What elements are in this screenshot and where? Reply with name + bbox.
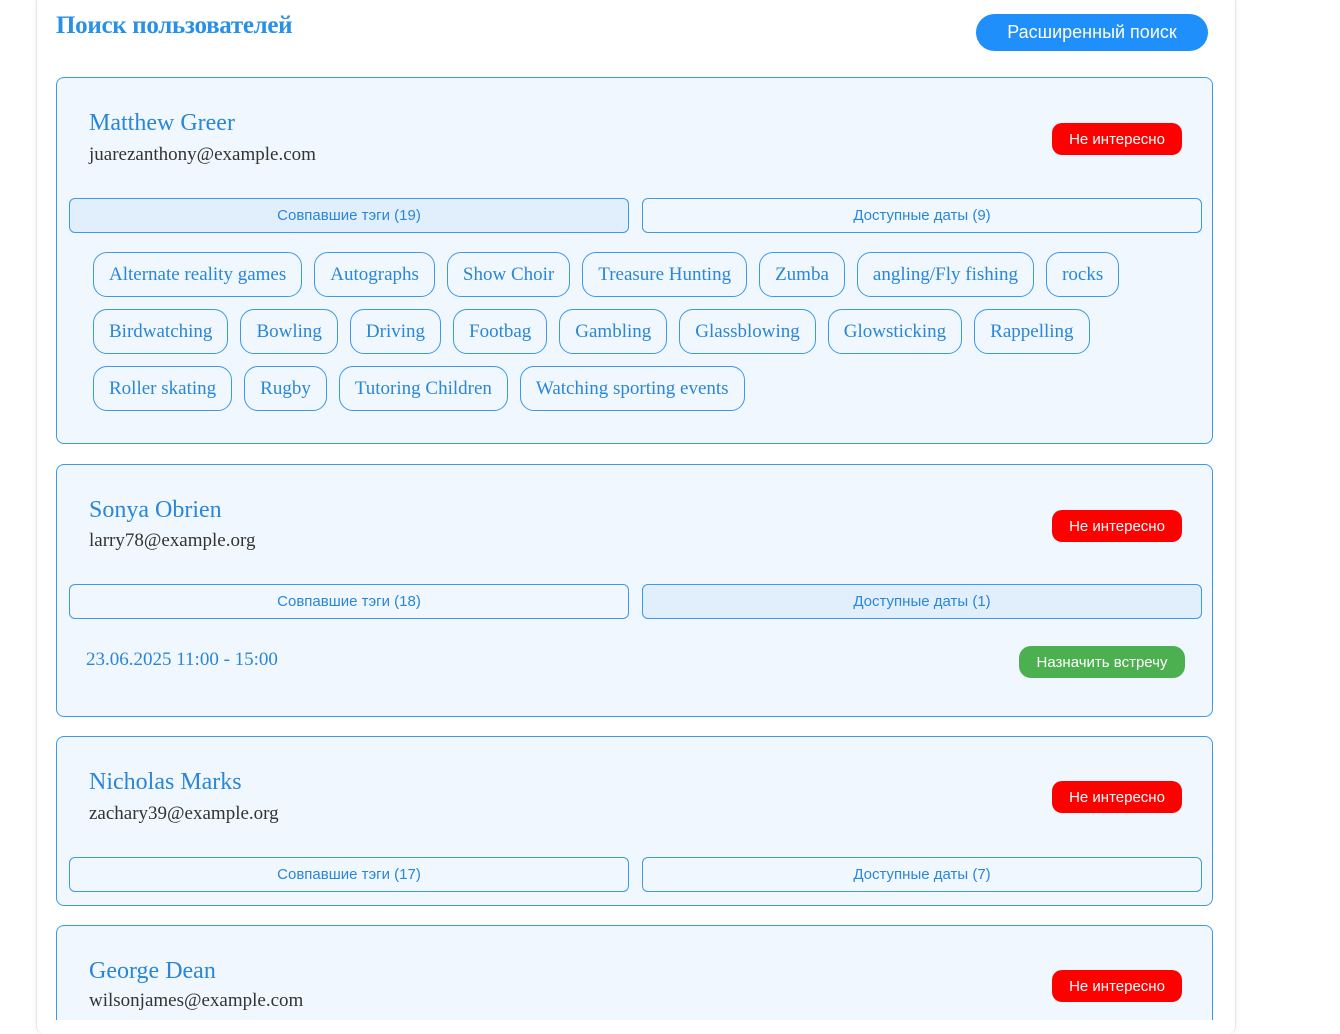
tag-chip: Glowsticking bbox=[827, 309, 963, 354]
tag-chip: angling/Fly fishing bbox=[856, 252, 1035, 297]
user-card: Nicholas Marks zachary39@example.org Не … bbox=[56, 736, 1213, 906]
user-card: Matthew Greer juarezanthony@example.com … bbox=[56, 77, 1213, 444]
not-interested-button[interactable]: Не интересно bbox=[1052, 970, 1182, 1002]
user-email: wilsonjames@example.com bbox=[89, 990, 304, 1011]
tag-chip: Rappelling bbox=[974, 309, 1090, 354]
tag-chip: Show Choir bbox=[446, 252, 571, 297]
user-email: larry78@example.org bbox=[89, 530, 256, 551]
tab-matched-tags[interactable]: Совпавшие тэги (17) bbox=[69, 857, 629, 892]
tab-matched-tags[interactable]: Совпавшие тэги (19) bbox=[69, 198, 629, 233]
tag-list: Alternate reality games Autographs Show … bbox=[93, 252, 1193, 411]
tab-available-dates[interactable]: Доступные даты (1) bbox=[642, 584, 1202, 619]
tag-chip: Autographs bbox=[314, 252, 435, 297]
user-card: George Dean wilsonjames@example.com Не и… bbox=[56, 925, 1213, 1020]
tab-available-dates[interactable]: Доступные даты (7) bbox=[642, 857, 1202, 892]
tag-chip: Zumba bbox=[759, 252, 845, 297]
tab-matched-tags[interactable]: Совпавшие тэги (18) bbox=[69, 584, 629, 619]
not-interested-button[interactable]: Не интересно bbox=[1052, 123, 1182, 155]
user-name[interactable]: Matthew Greer bbox=[89, 110, 235, 137]
not-interested-button[interactable]: Не интересно bbox=[1052, 510, 1182, 542]
tag-chip: Watching sporting events bbox=[519, 366, 745, 411]
tag-chip: Driving bbox=[349, 309, 441, 354]
user-email: juarezanthony@example.com bbox=[89, 144, 316, 165]
tag-chip: Glassblowing bbox=[679, 309, 816, 354]
tag-chip: Rugby bbox=[244, 366, 327, 411]
schedule-meeting-button[interactable]: Назначить встречу bbox=[1019, 646, 1185, 678]
tag-chip: Alternate reality games bbox=[93, 252, 303, 297]
user-name[interactable]: Sonya Obrien bbox=[89, 497, 222, 524]
user-name[interactable]: Nicholas Marks bbox=[89, 769, 242, 796]
advanced-search-button[interactable]: Расширенный поиск bbox=[976, 14, 1208, 51]
tag-chip: Tutoring Children bbox=[338, 366, 508, 411]
tag-chip: Bowling bbox=[240, 309, 338, 354]
tag-chip: rocks bbox=[1046, 252, 1120, 297]
page-title: Поиск пользователей bbox=[56, 12, 293, 39]
tag-chip: Gambling bbox=[559, 309, 668, 354]
available-slot: 23.06.2025 11:00 - 15:00 bbox=[86, 649, 278, 670]
user-email: zachary39@example.org bbox=[89, 803, 279, 824]
tag-chip: Roller skating bbox=[93, 366, 233, 411]
not-interested-button[interactable]: Не интересно bbox=[1052, 781, 1182, 813]
tag-chip: Treasure Hunting bbox=[582, 252, 748, 297]
user-card: Sonya Obrien larry78@example.org Не инте… bbox=[56, 464, 1213, 717]
tag-chip: Birdwatching bbox=[93, 309, 229, 354]
tag-chip: Footbag bbox=[453, 309, 548, 354]
tab-available-dates[interactable]: Доступные даты (9) bbox=[642, 198, 1202, 233]
user-name[interactable]: George Dean bbox=[89, 958, 216, 985]
